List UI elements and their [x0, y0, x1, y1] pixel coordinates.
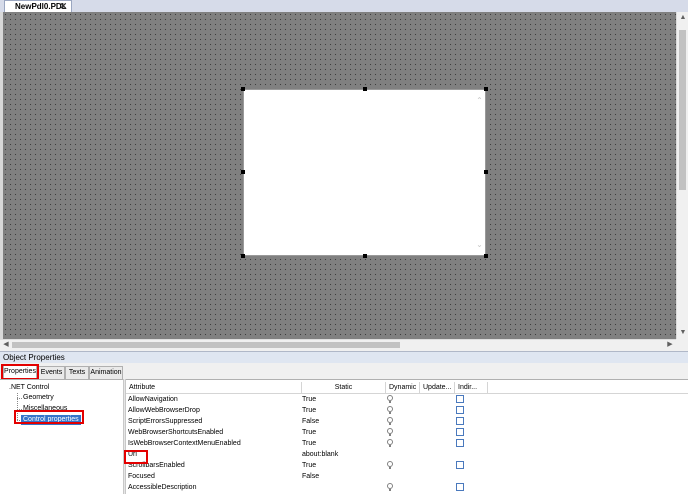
scrollbar-corner — [676, 339, 688, 350]
grid-header: Attribute Static Dynamic Update... Indir… — [126, 382, 688, 394]
attribute-name: ScriptErrorsSuppressed — [128, 418, 203, 425]
web-browser-control[interactable]: ⌃ ⌄ — [243, 89, 486, 256]
indirect-checkbox[interactable] — [456, 461, 464, 469]
table-row[interactable]: ScriptErrorsSuppressed False — [126, 416, 688, 427]
chevron-down-icon: ⌄ — [476, 240, 483, 249]
table-row[interactable]: AccessibleDescription — [126, 482, 688, 493]
table-row[interactable]: AllowWebBrowserDrop True — [126, 405, 688, 416]
horizontal-scroll-thumb[interactable] — [12, 342, 400, 348]
properties-tab-highlight — [1, 364, 39, 380]
vertical-scroll-thumb[interactable] — [679, 30, 686, 190]
tree-item-net-control[interactable]: .NET Control — [9, 383, 49, 393]
dynamic-lightbulb-icon[interactable] — [387, 428, 393, 436]
dynamic-lightbulb-icon[interactable] — [387, 395, 393, 403]
table-row[interactable]: WebBrowserShortcutsEnabled True — [126, 427, 688, 438]
table-row[interactable]: Url about:blank — [126, 449, 688, 460]
resize-handle-top-right[interactable] — [484, 87, 488, 91]
static-value[interactable]: True — [302, 460, 386, 471]
resize-handle-bottom[interactable] — [363, 254, 367, 258]
attribute-name: AllowNavigation — [128, 396, 178, 403]
static-value[interactable]: True — [302, 427, 386, 438]
scroll-up-icon[interactable]: ▲ — [679, 14, 687, 22]
resize-handle-right[interactable] — [484, 170, 488, 174]
indirect-checkbox[interactable] — [456, 428, 464, 436]
indirect-checkbox[interactable] — [456, 483, 464, 491]
resize-handle-top-left[interactable] — [241, 87, 245, 91]
indirect-checkbox[interactable] — [456, 417, 464, 425]
attribute-name: AccessibleDescription — [128, 484, 197, 491]
attribute-name: Focused — [128, 473, 155, 480]
attribute-name: AllowWebBrowserDrop — [128, 407, 200, 414]
url-row-highlight — [124, 450, 148, 464]
tree-connector — [17, 398, 22, 399]
chevron-up-icon: ⌃ — [476, 96, 483, 105]
indirect-checkbox[interactable] — [456, 439, 464, 447]
resize-handle-bottom-right[interactable] — [484, 254, 488, 258]
table-row[interactable]: IsWebBrowserContextMenuEnabled True — [126, 438, 688, 449]
category-tree: .NET Control Geometry Miscellaneous Cont… — [4, 383, 120, 493]
table-row[interactable]: Focused False — [126, 471, 688, 482]
scroll-right-icon[interactable]: ▶ — [665, 340, 675, 350]
column-header-static[interactable]: Static — [302, 382, 386, 393]
scroll-left-icon[interactable]: ◀ — [1, 340, 11, 350]
static-value[interactable]: about:blank — [302, 449, 386, 460]
tab-texts[interactable]: Texts — [65, 366, 89, 379]
static-value[interactable]: True — [302, 394, 386, 405]
resize-handle-bottom-left[interactable] — [241, 254, 245, 258]
column-header-update[interactable]: Update... — [420, 382, 455, 393]
static-value[interactable]: True — [302, 438, 386, 449]
vertical-scrollbar[interactable]: ▲ ▼ — [676, 12, 688, 339]
tab-events[interactable]: Events — [38, 366, 65, 379]
dynamic-lightbulb-icon[interactable] — [387, 406, 393, 414]
tree-item-geometry[interactable]: Geometry — [23, 393, 54, 403]
dynamic-lightbulb-icon[interactable] — [387, 417, 393, 425]
column-header-dynamic[interactable]: Dynamic — [386, 382, 420, 393]
resize-handle-top[interactable] — [363, 87, 367, 91]
horizontal-scrollbar[interactable]: ◀ ▶ — [0, 339, 676, 350]
scroll-down-icon[interactable]: ▼ — [679, 329, 687, 337]
table-row[interactable]: ScrollbarsEnabled True — [126, 460, 688, 471]
indirect-checkbox[interactable] — [456, 406, 464, 414]
dynamic-lightbulb-icon[interactable] — [387, 483, 393, 491]
dynamic-lightbulb-icon[interactable] — [387, 461, 393, 469]
attribute-name: Url — [128, 451, 137, 458]
dynamic-lightbulb-icon[interactable] — [387, 439, 393, 447]
column-header-attribute[interactable]: Attribute — [126, 382, 302, 393]
control-properties-highlight — [14, 410, 84, 424]
attribute-name: WebBrowserShortcutsEnabled — [128, 429, 224, 436]
static-value[interactable]: True — [302, 405, 386, 416]
object-properties-title: Object Properties — [0, 351, 688, 363]
properties-tab-strip: Properties Events Texts Animation — [0, 364, 688, 379]
tab-animation[interactable]: Animation — [89, 366, 123, 379]
attribute-grid: Attribute Static Dynamic Update... Indir… — [124, 382, 688, 494]
close-icon[interactable]: ✕ — [59, 1, 67, 12]
static-value[interactable]: False — [302, 416, 386, 427]
static-value[interactable] — [302, 482, 386, 493]
table-row[interactable]: AllowNavigation True — [126, 394, 688, 405]
document-tab[interactable]: NewPdl0.PDL ✕ — [4, 0, 72, 12]
column-header-indirect[interactable]: Indir... — [455, 382, 488, 393]
static-value[interactable]: False — [302, 471, 386, 482]
attribute-name: ScrollbarsEnabled — [128, 462, 185, 469]
attribute-name: IsWebBrowserContextMenuEnabled — [128, 440, 241, 447]
indirect-checkbox[interactable] — [456, 395, 464, 403]
resize-handle-left[interactable] — [241, 170, 245, 174]
